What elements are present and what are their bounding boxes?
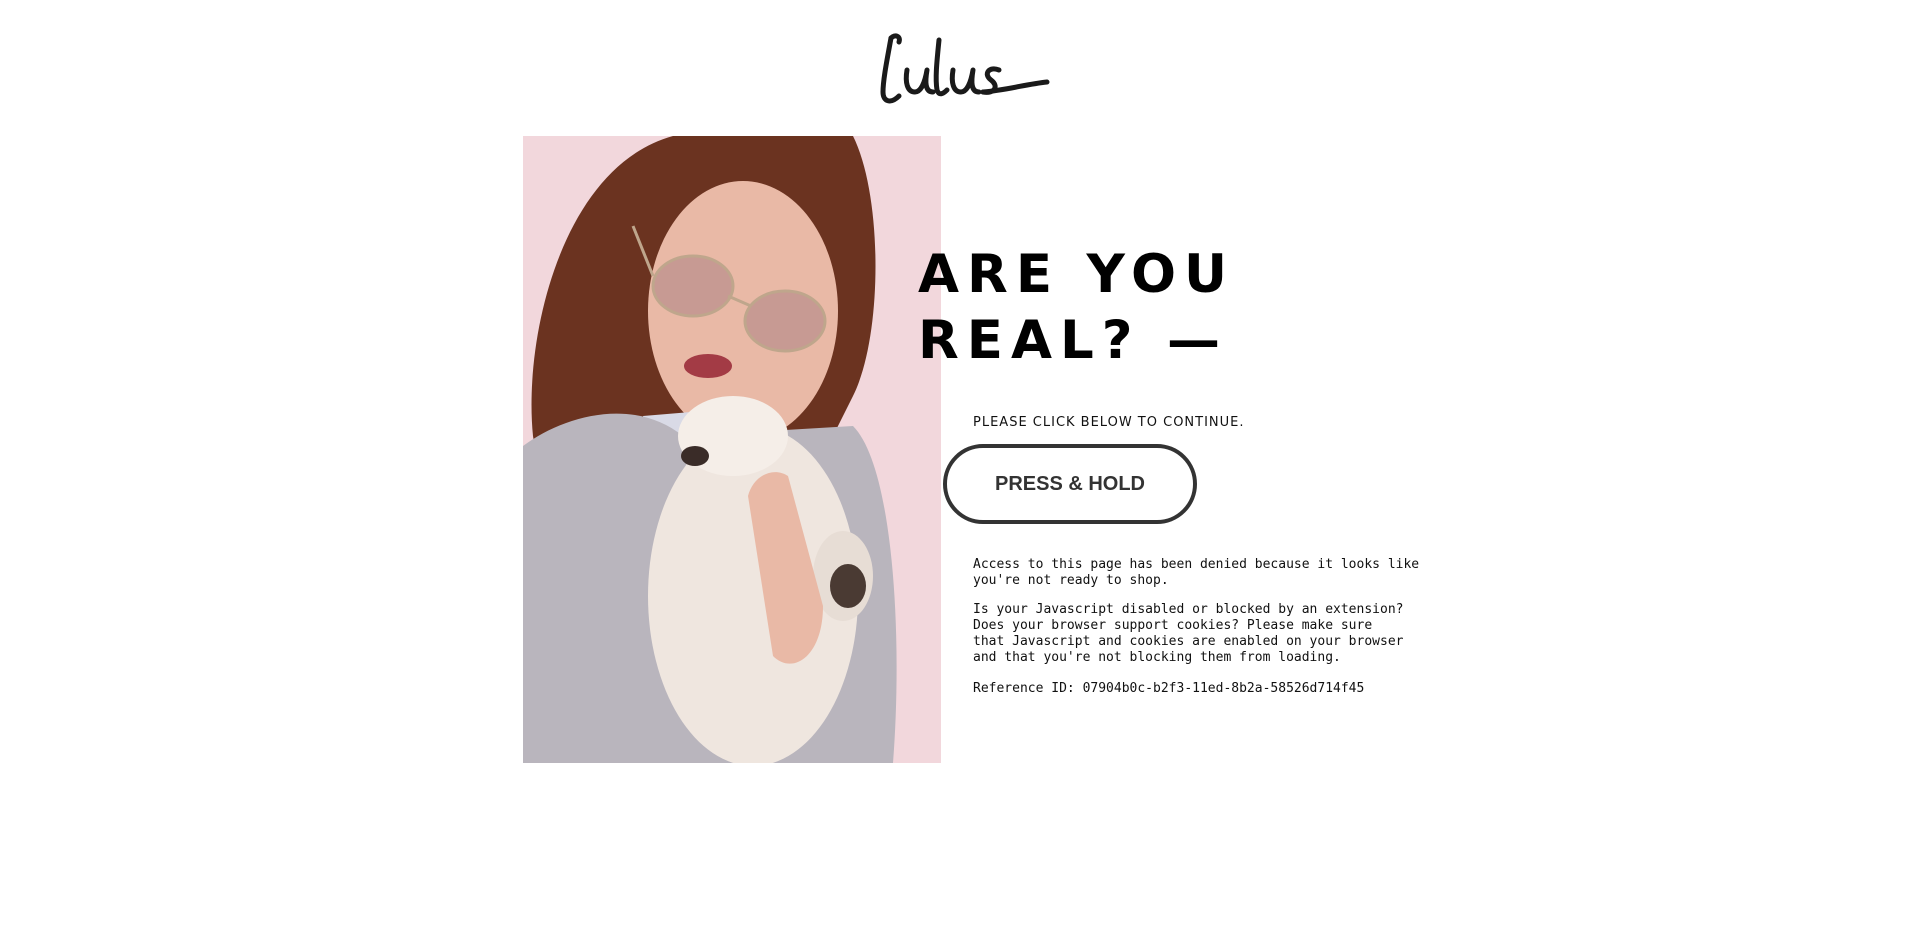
javascript-message: Is your Javascript disabled or blocked b…	[973, 602, 1413, 666]
headline-line-1: ARE YOU	[918, 244, 1236, 305]
reference-id: Reference ID: 07904b0c-b2f3-11ed-8b2a-58…	[973, 681, 1413, 697]
javascript-line-3: that Javascript and cookies are enabled …	[973, 634, 1404, 649]
javascript-line-4: and that you're not blocking them from l…	[973, 650, 1341, 665]
continue-prompt: PLEASE CLICK BELOW TO CONTINUE.	[973, 415, 1245, 430]
javascript-line-2: Does your browser support cookies? Pleas…	[973, 618, 1373, 633]
reference-id-text: Reference ID: 07904b0c-b2f3-11ed-8b2a-58…	[973, 681, 1365, 696]
captcha-page: ARE YOU REAL? — PLEASE CLICK BELOW TO CO…	[0, 0, 1918, 946]
headline: ARE YOU REAL? —	[918, 242, 1235, 374]
access-denied-line-2: you're not ready to shop.	[973, 573, 1169, 588]
lulus-logo	[877, 30, 1052, 110]
access-denied-line-1: Access to this page has been denied beca…	[973, 557, 1420, 572]
press-and-hold-label: PRESS & HOLD	[994, 472, 1146, 495]
headline-line-2: REAL? —	[918, 310, 1229, 371]
access-denied-message: Access to this page has been denied beca…	[973, 557, 1420, 589]
javascript-line-1: Is your Javascript disabled or blocked b…	[973, 602, 1404, 617]
hero-photo	[523, 136, 941, 763]
press-and-hold-button[interactable]: PRESS & HOLD	[943, 444, 1197, 524]
